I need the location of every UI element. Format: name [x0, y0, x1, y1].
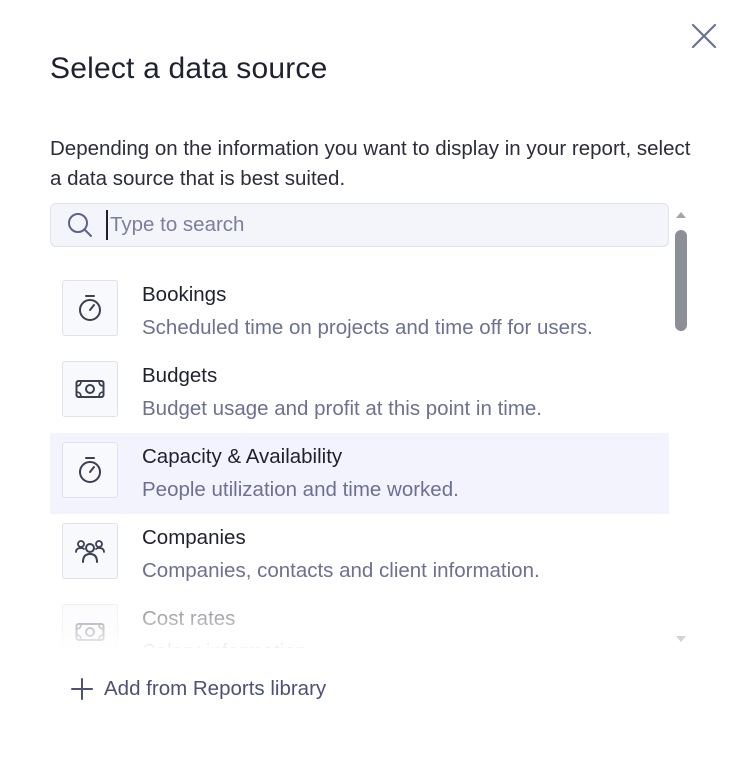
money-icon	[62, 604, 118, 648]
add-from-reports-library-label: Add from Reports library	[104, 677, 327, 700]
money-icon	[62, 361, 118, 417]
list-scrollbar[interactable]	[674, 208, 688, 646]
dialog-title: Select a data source	[50, 52, 328, 85]
search-icon	[65, 210, 95, 240]
list-item-subtitle: Companies, contacts and client informati…	[142, 559, 540, 582]
stopwatch-icon	[62, 280, 118, 336]
close-icon	[691, 23, 717, 49]
list-item-title: Capacity & Availability	[142, 445, 343, 468]
list-item-subtitle: Scheduled time on projects and time off …	[142, 316, 593, 339]
dialog-description: Depending on the information you want to…	[50, 137, 691, 190]
list-item-title: Cost rates	[142, 607, 236, 630]
plus-icon	[70, 677, 94, 701]
list-item-bookings[interactable]: Bookings Scheduled time on projects and …	[50, 271, 669, 352]
scroll-up-arrow-icon[interactable]	[674, 208, 688, 222]
search-box[interactable]	[50, 203, 669, 247]
list-item-title: Bookings	[142, 283, 227, 306]
list-item-budgets[interactable]: Budgets Budget usage and profit at this …	[50, 352, 669, 433]
scroll-down-arrow-icon[interactable]	[674, 632, 688, 646]
scrollbar-thumb[interactable]	[675, 230, 687, 331]
data-source-list: Bookings Scheduled time on projects and …	[50, 271, 669, 648]
stopwatch-icon	[62, 442, 118, 498]
select-data-source-dialog: Select a data source Depending on the in…	[0, 0, 744, 771]
list-item-subtitle: People utilization and time worked.	[142, 478, 459, 501]
list-item-title: Companies	[142, 526, 246, 549]
list-item-companies[interactable]: Companies Companies, contacts and client…	[50, 514, 669, 595]
list-item-cost-rates[interactable]: Cost rates Salary information	[50, 595, 669, 648]
list-item-title: Budgets	[142, 364, 218, 387]
search-input[interactable]	[106, 210, 646, 240]
add-from-reports-library-button[interactable]: Add from Reports library	[70, 677, 326, 701]
list-item-subtitle: Salary information	[142, 640, 307, 648]
list-item-capacity-availability[interactable]: Capacity & Availability People utilizati…	[50, 433, 669, 514]
close-button[interactable]	[688, 20, 720, 52]
people-group-icon	[62, 523, 118, 579]
list-item-subtitle: Budget usage and profit at this point in…	[142, 397, 543, 420]
